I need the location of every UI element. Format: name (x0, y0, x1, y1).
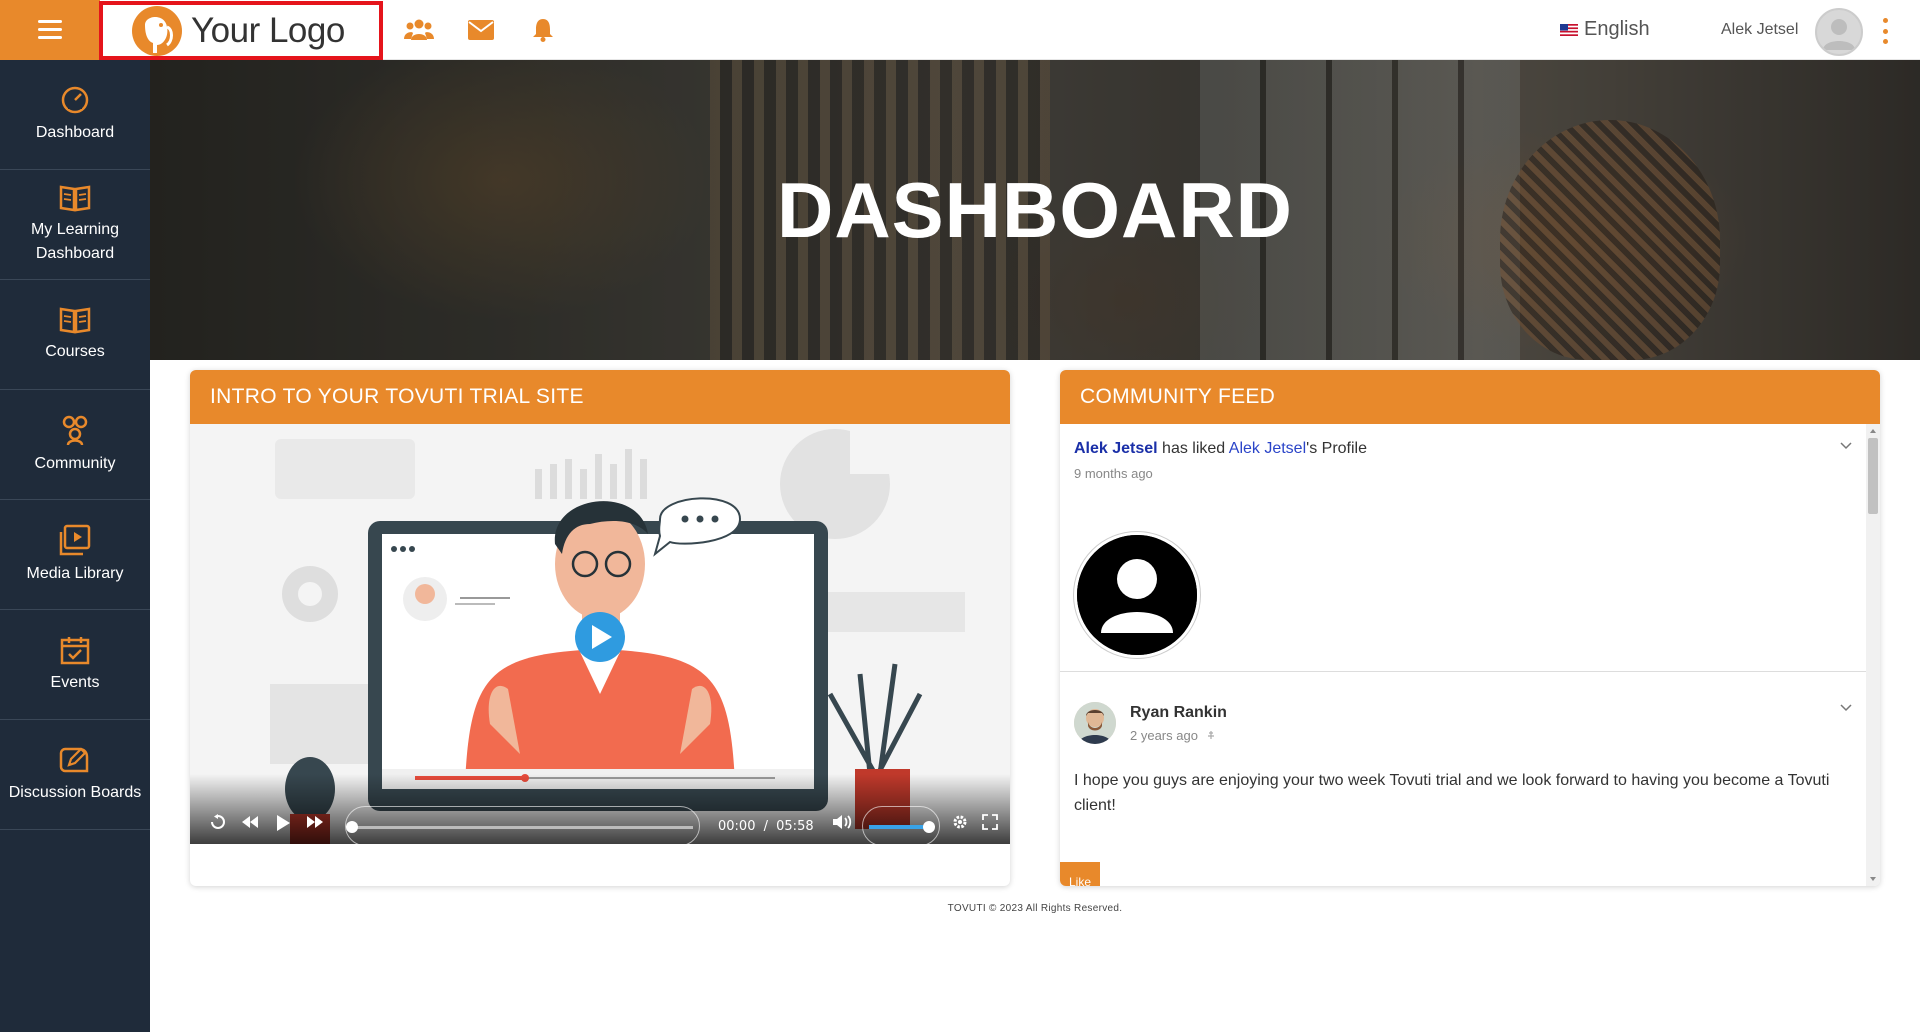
dashboard-gauge-icon (61, 86, 89, 113)
sidebar-item-label: Community (34, 454, 116, 472)
feed-scrollbar[interactable] (1866, 424, 1880, 886)
feed-item: Alek Jetsel has liked Alek Jetsel's Prof… (1060, 424, 1866, 672)
target-link[interactable]: Alek Jetsel (1229, 440, 1306, 457)
settings-gear-icon[interactable] (952, 814, 968, 830)
sidebar-item-label: Courses (45, 342, 105, 360)
sidebar-item-my-learning-dashboard[interactable]: My Learning Dashboard (0, 170, 150, 280)
user-placeholder-icon (1823, 19, 1855, 50)
feed-card-title: COMMUNITY FEED (1060, 370, 1880, 424)
feed-list[interactable]: Alek Jetsel has liked Alek Jetsel's Prof… (1060, 424, 1880, 886)
people-icon (62, 415, 88, 445)
feed-item: Ryan Rankin 2 years ago I hope you guys … (1060, 672, 1866, 886)
logo-text: Your Logo (191, 10, 345, 50)
chevron-down-icon[interactable] (1840, 704, 1852, 712)
sidebar-item-courses[interactable]: Courses (0, 280, 150, 390)
media-library-icon (59, 524, 91, 555)
feed-activity-text: Alek Jetsel has liked Alek Jetsel's Prof… (1074, 440, 1367, 457)
chevron-down-icon[interactable] (1840, 442, 1852, 450)
post-message: I hope you guys are enjoying your two we… (1074, 772, 1830, 814)
sidebar-item-media-library[interactable]: Media Library (0, 500, 150, 610)
intro-card-title: INTRO TO YOUR TOVUTI TRIAL SITE (190, 370, 1010, 424)
page-title: DASHBOARD (777, 166, 1293, 254)
sidebar-item-label: Events (50, 673, 100, 691)
us-flag-icon (1560, 23, 1578, 36)
language-selector[interactable]: English (1560, 18, 1650, 41)
discussion-edit-icon (59, 746, 89, 772)
mail-icon (468, 20, 494, 40)
current-time: 00:00 (718, 819, 756, 834)
community-feed-card: COMMUNITY FEED Alek Jetsel has liked Ale… (1060, 370, 1880, 886)
sidebar-item-label: Media Library (26, 564, 124, 582)
footer-copyright: TOVUTI © 2023 All Rights Reserved. (947, 903, 1123, 914)
sidebar-item-label: Dashboard (35, 123, 115, 141)
book-icon (59, 307, 91, 333)
more-options-button[interactable] (1878, 18, 1892, 44)
kebab-icon (1882, 18, 1888, 23)
elephant-logo-icon (132, 5, 182, 56)
globe-icon (1207, 731, 1214, 739)
replay-icon[interactable] (210, 814, 226, 830)
bell-icon (533, 19, 553, 42)
user-avatar[interactable] (1815, 8, 1863, 56)
like-button[interactable]: Like (1060, 862, 1100, 886)
profile-picture[interactable] (1074, 532, 1200, 658)
person-photo-icon (1074, 702, 1116, 744)
sidebar-item-label: My Learning Dashboard (30, 220, 120, 262)
volume-handle[interactable] (923, 821, 935, 833)
sidebar-item-community[interactable]: Community (0, 390, 150, 500)
scrollbar-thumb[interactable] (1868, 438, 1878, 514)
community-icon (404, 19, 434, 40)
feed-timestamp: 9 months ago (1074, 466, 1153, 481)
logo[interactable]: Your Logo (99, 1, 383, 60)
calendar-icon (60, 636, 90, 664)
scroll-down-icon[interactable] (1866, 874, 1880, 884)
sidebar-item-dashboard[interactable]: Dashboard (0, 60, 150, 170)
language-label: English (1584, 18, 1650, 40)
messages-button[interactable] (465, 14, 497, 46)
fullscreen-icon[interactable] (982, 814, 998, 830)
video-controls: 00:00 / 05:58 (190, 774, 1010, 844)
post-author[interactable]: Ryan Rankin (1130, 704, 1227, 722)
sidebar: Dashboard My Learning Dashboard Courses … (0, 60, 150, 1032)
play-icon[interactable] (275, 814, 291, 832)
sidebar-item-events[interactable]: Events (0, 610, 150, 720)
intro-video-card: INTRO TO YOUR TOVUTI TRIAL SITE 00:00 / … (190, 370, 1010, 886)
volume-slider[interactable] (862, 806, 940, 844)
notifications-button[interactable] (527, 14, 559, 46)
open-book-icon (59, 185, 91, 211)
user-name[interactable]: Alek Jetsel (1721, 21, 1798, 39)
progress-handle[interactable] (346, 821, 358, 833)
community-nav-button[interactable] (403, 14, 435, 46)
user-silhouette-icon (1077, 535, 1197, 655)
sidebar-item-discussion-boards[interactable]: Discussion Boards (0, 720, 150, 830)
menu-toggle-button[interactable] (0, 0, 100, 60)
video-player[interactable]: 00:00 / 05:58 (190, 424, 1010, 844)
fast-forward-icon[interactable] (305, 814, 325, 830)
video-progress-bar[interactable] (345, 806, 700, 844)
actor-link[interactable]: Alek Jetsel (1074, 440, 1158, 457)
top-bar: Your Logo English Alek Jetsel (0, 0, 1920, 60)
rewind-icon[interactable] (240, 814, 260, 830)
video-time: 00:00 / 05:58 (718, 819, 814, 834)
menu-icon (38, 20, 62, 40)
hero-banner: DASHBOARD (150, 60, 1920, 360)
avatar[interactable] (1074, 702, 1116, 744)
duration: 05:58 (776, 819, 814, 834)
volume-icon[interactable] (832, 814, 852, 830)
scroll-up-icon[interactable] (1866, 426, 1880, 436)
post-timestamp: 2 years ago (1130, 728, 1216, 743)
sidebar-item-label: Discussion Boards (8, 783, 142, 801)
